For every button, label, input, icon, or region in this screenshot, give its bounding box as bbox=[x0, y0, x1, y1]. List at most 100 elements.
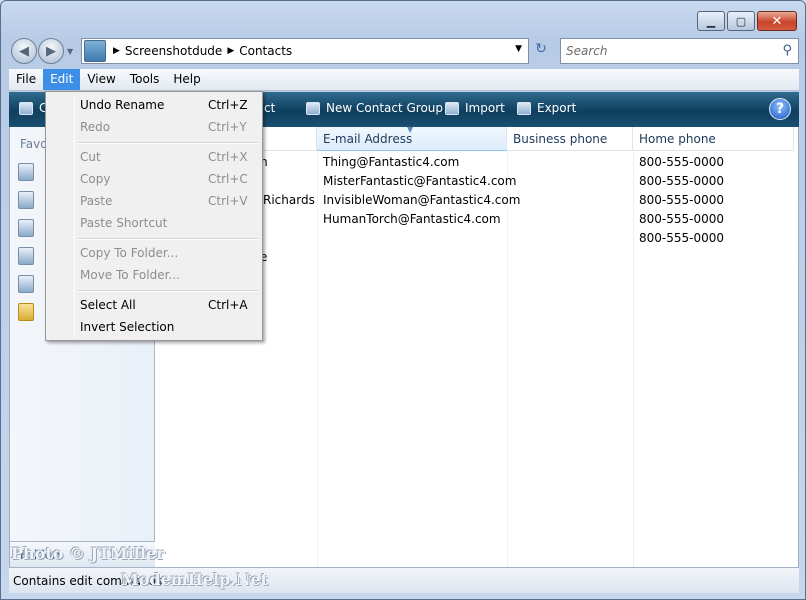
pictures-icon[interactable] bbox=[18, 191, 34, 209]
menu-item-move-to-folder[interactable]: Move To Folder... bbox=[48, 264, 260, 286]
searches-icon[interactable] bbox=[18, 247, 34, 265]
menu-item-label: Move To Folder... bbox=[80, 268, 180, 282]
arrow-left-icon: ◀ bbox=[19, 43, 29, 59]
command-label: Import bbox=[465, 101, 505, 115]
address-dropdown-icon[interactable]: ▼ bbox=[515, 44, 522, 54]
command-label: New Contact Group bbox=[326, 101, 444, 115]
column-header-label: E-mail Address bbox=[323, 132, 413, 146]
explorer-window: ▁ ▢ ✕ ◀ ▶ ▼ ▶ Screenshotdude ▶ Contacts … bbox=[0, 0, 806, 600]
search-input[interactable]: Search ⚲ bbox=[560, 38, 799, 64]
column-header-label: Home phone bbox=[639, 132, 716, 146]
column-header-business-phone[interactable]: Business phone bbox=[507, 127, 633, 151]
menu-tools[interactable]: Tools bbox=[123, 69, 167, 90]
menu-item-undo-rename[interactable]: Undo Rename Ctrl+Z bbox=[48, 94, 260, 116]
menu-item-label: Redo bbox=[80, 120, 111, 134]
column-header-email[interactable]: ▼ E-mail Address bbox=[317, 125, 507, 151]
export-icon bbox=[517, 101, 531, 115]
menu-item-paste[interactable]: Paste Ctrl+V bbox=[48, 190, 260, 212]
menu-item-label: Paste Shortcut bbox=[80, 216, 168, 230]
contact-home-phone: 800-555-0000 bbox=[639, 193, 725, 207]
contact-home-phone: 800-555-0000 bbox=[639, 231, 725, 245]
menu-item-copy-to-folder[interactable]: Copy To Folder... bbox=[48, 242, 260, 264]
contact-email: MisterFantastic@Fantastic4.com bbox=[323, 174, 517, 188]
forward-button[interactable]: ▶ bbox=[38, 38, 64, 64]
menu-item-label: Undo Rename bbox=[80, 98, 165, 112]
search-placeholder: Search bbox=[566, 44, 608, 58]
menu-item-shortcut: Ctrl+V bbox=[208, 194, 248, 208]
minimize-button[interactable]: ▁ bbox=[697, 11, 725, 31]
public-folder-icon[interactable] bbox=[18, 303, 34, 321]
refresh-icon[interactable]: ↻ bbox=[531, 41, 551, 61]
menu-item-label: Select All bbox=[80, 298, 136, 312]
menu-edit[interactable]: Edit bbox=[43, 69, 81, 90]
menu-item-shortcut: Ctrl+C bbox=[208, 172, 248, 186]
minimize-icon: ▁ bbox=[706, 14, 716, 28]
menu-item-redo[interactable]: Redo Ctrl+Y bbox=[48, 116, 260, 138]
menu-item-shortcut: Ctrl+X bbox=[208, 150, 248, 164]
contact-group-icon bbox=[306, 101, 320, 115]
column-header-home-phone[interactable]: Home phone bbox=[633, 127, 794, 151]
menu-bar: File Edit View Tools Help bbox=[9, 69, 799, 91]
menu-item-shortcut: Ctrl+Y bbox=[208, 120, 247, 134]
watermark-photo-credit: Photo © JTMiller bbox=[11, 544, 165, 563]
documents-icon[interactable] bbox=[18, 163, 34, 181]
help-icon[interactable]: ? bbox=[769, 98, 791, 120]
breadcrumb-screenshotdude[interactable]: Screenshotdude bbox=[125, 44, 222, 58]
contact-email: HumanTorch@Fantastic4.com bbox=[323, 212, 501, 226]
menu-separator bbox=[78, 290, 258, 292]
navigation-buttons: ◀ ▶ ▼ bbox=[11, 38, 73, 64]
import-icon bbox=[445, 101, 459, 115]
contact-icon bbox=[19, 101, 33, 115]
back-button[interactable]: ◀ bbox=[11, 38, 37, 64]
contact-home-phone: 800-555-0000 bbox=[639, 174, 725, 188]
watermark-site: ModemHelp.Net bbox=[121, 570, 269, 589]
breadcrumb-chevron-icon[interactable]: ▶ bbox=[227, 46, 234, 56]
column-header-label: Business phone bbox=[513, 132, 608, 146]
contact-home-phone: 800-555-0000 bbox=[639, 212, 725, 226]
sort-arrow-icon: ▼ bbox=[407, 125, 414, 134]
music-icon[interactable] bbox=[18, 219, 34, 237]
menu-item-label: Copy bbox=[80, 172, 111, 186]
menu-item-label: Invert Selection bbox=[80, 320, 175, 334]
menu-item-copy[interactable]: Copy Ctrl+C bbox=[48, 168, 260, 190]
maximize-button[interactable]: ▢ bbox=[727, 11, 755, 31]
search-icon[interactable]: ⚲ bbox=[782, 43, 792, 58]
contact-home-phone: 800-555-0000 bbox=[639, 155, 725, 169]
menu-help[interactable]: Help bbox=[166, 69, 207, 90]
breadcrumb-contacts[interactable]: Contacts bbox=[239, 44, 292, 58]
command-import[interactable]: Import bbox=[445, 101, 505, 115]
column-divider bbox=[633, 151, 634, 567]
menu-item-select-all[interactable]: Select All Ctrl+A bbox=[48, 294, 260, 316]
breadcrumb-chevron-icon[interactable]: ▶ bbox=[113, 46, 120, 56]
menu-item-paste-shortcut[interactable]: Paste Shortcut bbox=[48, 212, 260, 234]
arrow-right-icon: ▶ bbox=[46, 43, 56, 59]
menu-item-cut[interactable]: Cut Ctrl+X bbox=[48, 146, 260, 168]
menu-file[interactable]: File bbox=[9, 69, 43, 90]
menu-item-shortcut: Ctrl+A bbox=[208, 298, 248, 312]
close-button[interactable]: ✕ bbox=[757, 11, 797, 31]
contact-email: InvisibleWoman@Fantastic4.com bbox=[323, 193, 521, 207]
menu-item-label: Cut bbox=[80, 150, 101, 164]
command-label: Export bbox=[537, 101, 577, 115]
contact-name: Richards bbox=[263, 193, 315, 207]
caption-buttons: ▁ ▢ ✕ bbox=[697, 11, 797, 31]
edit-menu-dropdown: Undo Rename Ctrl+Z Redo Ctrl+Y Cut Ctrl+… bbox=[45, 91, 263, 341]
menu-separator bbox=[78, 142, 258, 144]
recently-changed-icon[interactable] bbox=[18, 275, 34, 293]
menu-item-shortcut: Ctrl+Z bbox=[208, 98, 248, 112]
maximize-icon: ▢ bbox=[735, 14, 747, 28]
menu-view[interactable]: View bbox=[80, 69, 122, 90]
menu-item-invert-selection[interactable]: Invert Selection bbox=[48, 316, 260, 338]
command-contact[interactable]: C bbox=[19, 101, 47, 115]
menu-separator bbox=[78, 238, 258, 240]
contacts-folder-icon bbox=[84, 40, 106, 62]
recent-pages-dropdown-icon[interactable]: ▼ bbox=[67, 47, 73, 56]
column-divider bbox=[507, 151, 508, 567]
close-icon: ✕ bbox=[771, 13, 783, 29]
command-export[interactable]: Export bbox=[517, 101, 576, 115]
command-new-contact-group[interactable]: New Contact Group bbox=[306, 101, 443, 115]
menu-item-label: Copy To Folder... bbox=[80, 246, 179, 260]
column-divider bbox=[317, 151, 318, 567]
favorite-links-title: Favo bbox=[20, 137, 48, 151]
address-bar[interactable]: ▶ Screenshotdude ▶ Contacts ▼ bbox=[81, 38, 529, 64]
